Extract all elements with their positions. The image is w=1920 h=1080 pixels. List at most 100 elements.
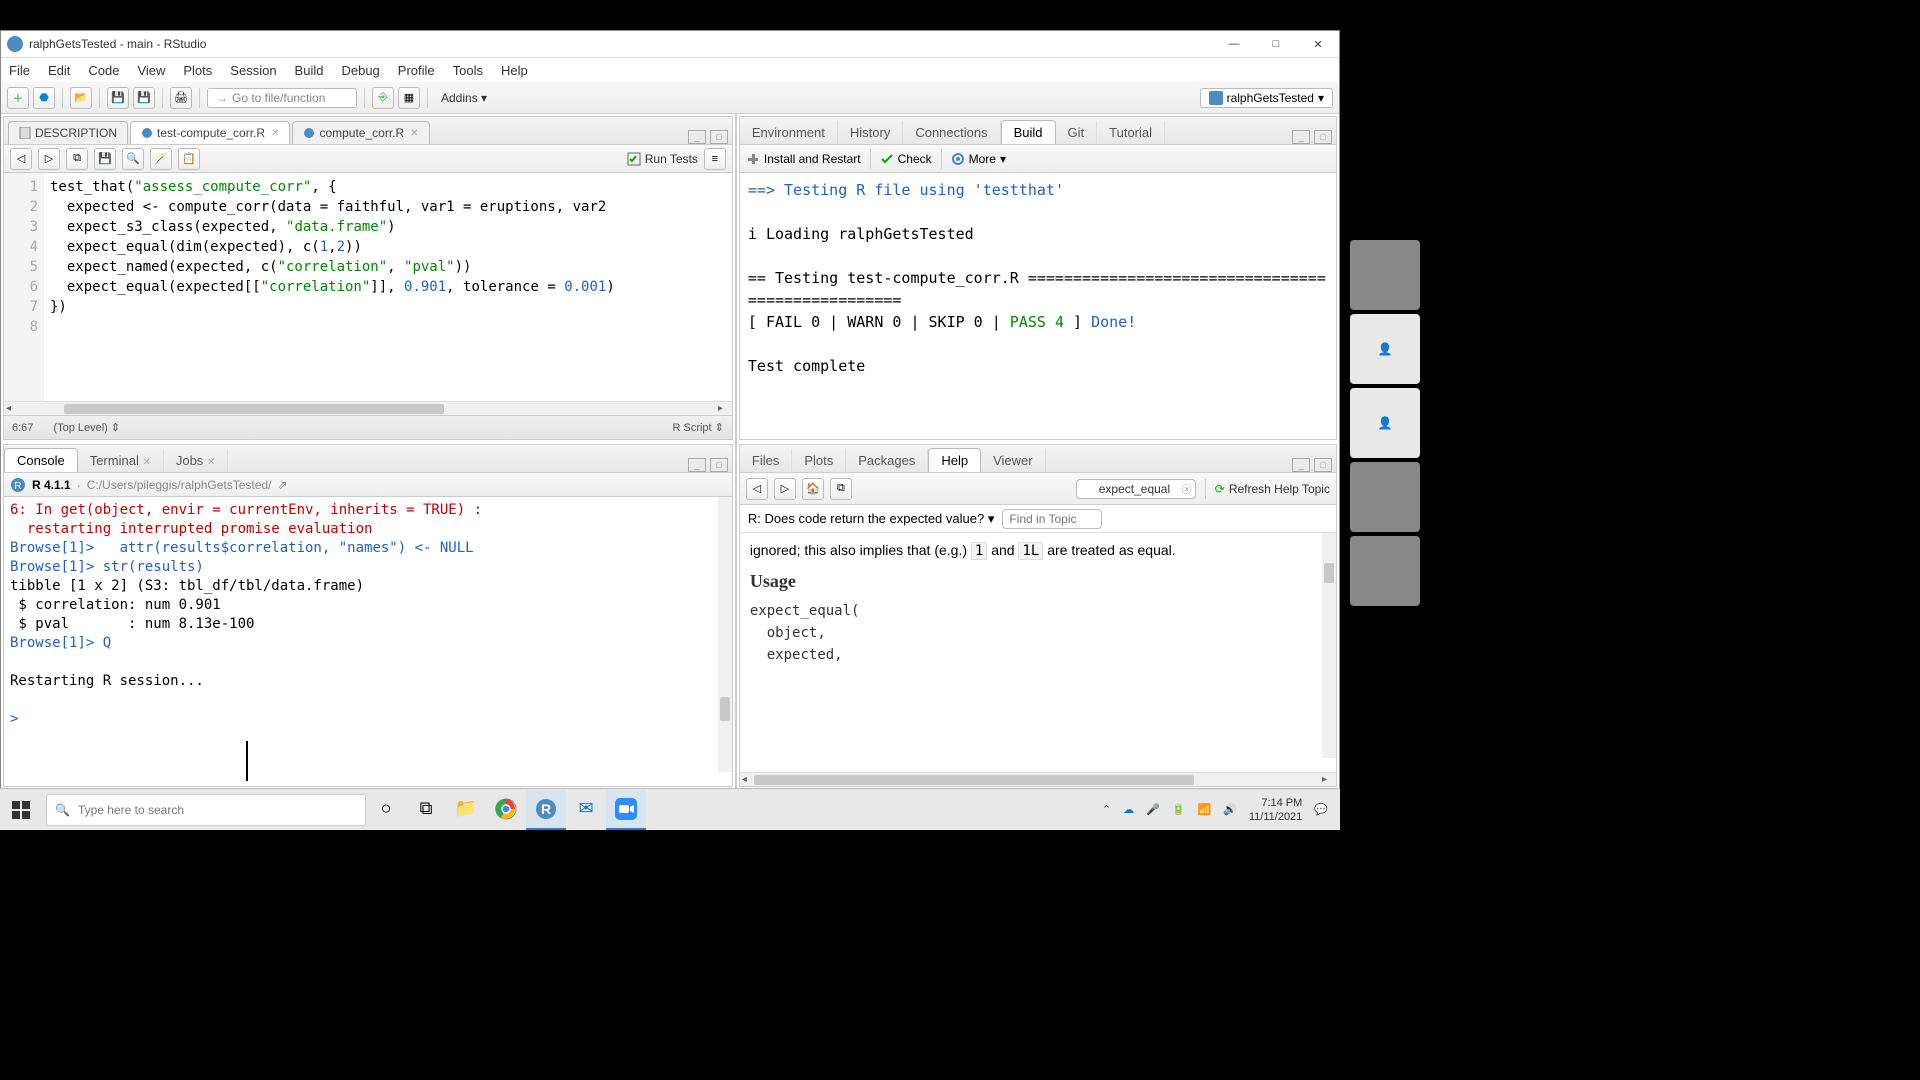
taskbar-taskview[interactable]: ⧉ (406, 790, 446, 830)
popout-icon[interactable]: ⇗ (277, 478, 287, 492)
compile-button[interactable]: 📋 (178, 148, 200, 170)
save-source-button[interactable]: 💾 (94, 148, 116, 170)
tab-help[interactable]: Help (928, 448, 981, 472)
webcam-participant-1[interactable] (1350, 240, 1420, 310)
run-tests-button[interactable]: Run Tests (627, 152, 698, 166)
minimize-button[interactable]: ― (1219, 34, 1249, 54)
print-button[interactable]: 🖨 (170, 87, 192, 109)
tray-onedrive-icon[interactable]: ☁ (1123, 803, 1134, 816)
help-popout-button[interactable]: ⧉ (830, 478, 852, 500)
install-restart-button[interactable]: Install and Restart (746, 152, 861, 166)
more-menu[interactable]: More ▾ (951, 152, 1006, 166)
panes-button[interactable]: ▦ (398, 87, 420, 109)
save-button[interactable]: 💾 (107, 87, 129, 109)
help-topic-title[interactable]: R: Does code return the expected value? … (748, 511, 994, 527)
tab-files[interactable]: Files (740, 449, 792, 472)
tab-jobs[interactable]: Jobs ✕ (164, 449, 228, 472)
menu-tools[interactable]: Tools (453, 63, 483, 78)
taskbar-search[interactable]: 🔍 Type here to search (46, 794, 366, 826)
tray-notifications-icon[interactable]: 💬 (1314, 803, 1328, 816)
refresh-help-button[interactable]: ⟳ Refresh Help Topic (1215, 482, 1330, 496)
start-button[interactable] (0, 789, 42, 831)
maximize-pane-icon[interactable]: □ (1314, 130, 1332, 144)
tab-build[interactable]: Build (1001, 120, 1056, 144)
tab-viewer[interactable]: Viewer (981, 449, 1046, 472)
open-file-button[interactable]: 📂 (70, 87, 92, 109)
tray-mic-icon[interactable]: 🎤 (1146, 803, 1160, 816)
new-project-button[interactable]: ⬣ (33, 87, 55, 109)
project-selector[interactable]: ralphGetsTested ▾ (1200, 88, 1333, 108)
close-tab-icon[interactable]: ✕ (271, 128, 279, 139)
maximize-pane-icon[interactable]: □ (1314, 458, 1332, 472)
language-mode[interactable]: R Script ⇕ (672, 421, 723, 434)
find-in-topic-input[interactable] (1002, 509, 1102, 529)
menu-build[interactable]: Build (295, 63, 324, 78)
tab-environment[interactable]: Environment (740, 121, 838, 144)
code-content[interactable]: test_that("assess_compute_corr", { expec… (44, 173, 732, 401)
help-search-input[interactable] (1076, 479, 1196, 499)
tab-description[interactable]: DESCRIPTION (8, 121, 128, 144)
close-tab-icon[interactable]: ✕ (410, 128, 418, 139)
minimize-pane-icon[interactable]: _ (1292, 130, 1310, 144)
webcam-participant-2[interactable]: 👤 (1350, 314, 1420, 384)
menu-plots[interactable]: Plots (183, 63, 212, 78)
save-all-button[interactable]: 💾 (133, 87, 155, 109)
menu-session[interactable]: Session (230, 63, 276, 78)
help-content[interactable]: ignored; this also implies that (e.g.) 1… (740, 533, 1336, 772)
webcam-participant-3[interactable]: 👤 (1350, 388, 1420, 458)
menu-view[interactable]: View (137, 63, 165, 78)
taskbar-explorer[interactable]: 📁 (446, 790, 486, 830)
help-home-button[interactable]: 🏠 (802, 478, 824, 500)
help-hscroll[interactable]: ◂ ▸ (740, 772, 1336, 786)
show-in-new-window-button[interactable]: ⧉ (66, 148, 88, 170)
new-file-button[interactable]: ＋ (7, 87, 29, 109)
webcam-participant-4[interactable] (1350, 462, 1420, 532)
menu-code[interactable]: Code (88, 63, 119, 78)
check-button[interactable]: Check (880, 152, 932, 166)
menu-debug[interactable]: Debug (341, 63, 379, 78)
console-vscroll[interactable] (718, 497, 732, 772)
code-tools-button[interactable]: 🪄 (150, 148, 172, 170)
tab-console[interactable]: Console (4, 448, 78, 472)
goto-file-input[interactable]: →Go to file/function (207, 88, 357, 108)
tab-packages[interactable]: Packages (846, 449, 928, 472)
tools-button[interactable]: ⎆ (372, 87, 394, 109)
tray-chevron-icon[interactable]: ⌃ (1102, 803, 1111, 816)
taskbar-zoom[interactable] (606, 790, 646, 830)
code-editor[interactable]: 12345678 test_that("assess_compute_corr"… (4, 173, 732, 401)
minimize-pane-icon[interactable]: _ (688, 130, 706, 144)
working-dir[interactable]: C:/Users/pileggis/ralphGetsTested/ (87, 478, 272, 492)
forward-button[interactable]: ▷ (38, 148, 60, 170)
tab-history[interactable]: History (838, 121, 903, 144)
taskbar-clock[interactable]: 7:14 PM 11/11/2021 (1249, 796, 1302, 824)
help-vscroll[interactable] (1322, 533, 1336, 758)
editor-hscroll[interactable]: ◂ ▸ (4, 401, 732, 415)
tab-compute-corr[interactable]: compute_corr.R ✕ (292, 121, 429, 144)
menu-edit[interactable]: Edit (48, 63, 70, 78)
back-button[interactable]: ◁ (10, 148, 32, 170)
menu-file[interactable]: File (9, 63, 30, 78)
maximize-pane-icon[interactable]: □ (710, 130, 728, 144)
maximize-pane-icon[interactable]: □ (710, 458, 728, 472)
scope-selector[interactable]: (Top Level) ⇕ (53, 421, 120, 434)
maximize-button[interactable]: □ (1261, 34, 1291, 54)
help-back-button[interactable]: ◁ (746, 478, 768, 500)
taskbar-cortana[interactable]: ○ (366, 790, 406, 830)
console-output[interactable]: 6: In get(object, envir = currentEnv, in… (4, 497, 732, 786)
taskbar-chrome[interactable] (486, 790, 526, 830)
tab-connections[interactable]: Connections (903, 121, 1000, 144)
taskbar-rstudio[interactable]: R (526, 790, 566, 830)
menu-profile[interactable]: Profile (398, 63, 435, 78)
menu-help[interactable]: Help (501, 63, 528, 78)
find-button[interactable]: 🔍 (122, 148, 144, 170)
tray-volume-icon[interactable]: 🔊 (1223, 803, 1237, 816)
clear-search-icon[interactable]: ⓧ (1182, 481, 1192, 496)
tab-plots[interactable]: Plots (792, 449, 846, 472)
minimize-pane-icon[interactable]: _ (1292, 458, 1310, 472)
webcam-participant-5[interactable] (1350, 536, 1420, 606)
help-forward-button[interactable]: ▷ (774, 478, 796, 500)
tab-git[interactable]: Git (1056, 121, 1098, 144)
minimize-pane-icon[interactable]: _ (688, 458, 706, 472)
outline-button[interactable]: ≡ (704, 148, 726, 170)
taskbar-outlook[interactable]: ✉ (566, 790, 606, 830)
